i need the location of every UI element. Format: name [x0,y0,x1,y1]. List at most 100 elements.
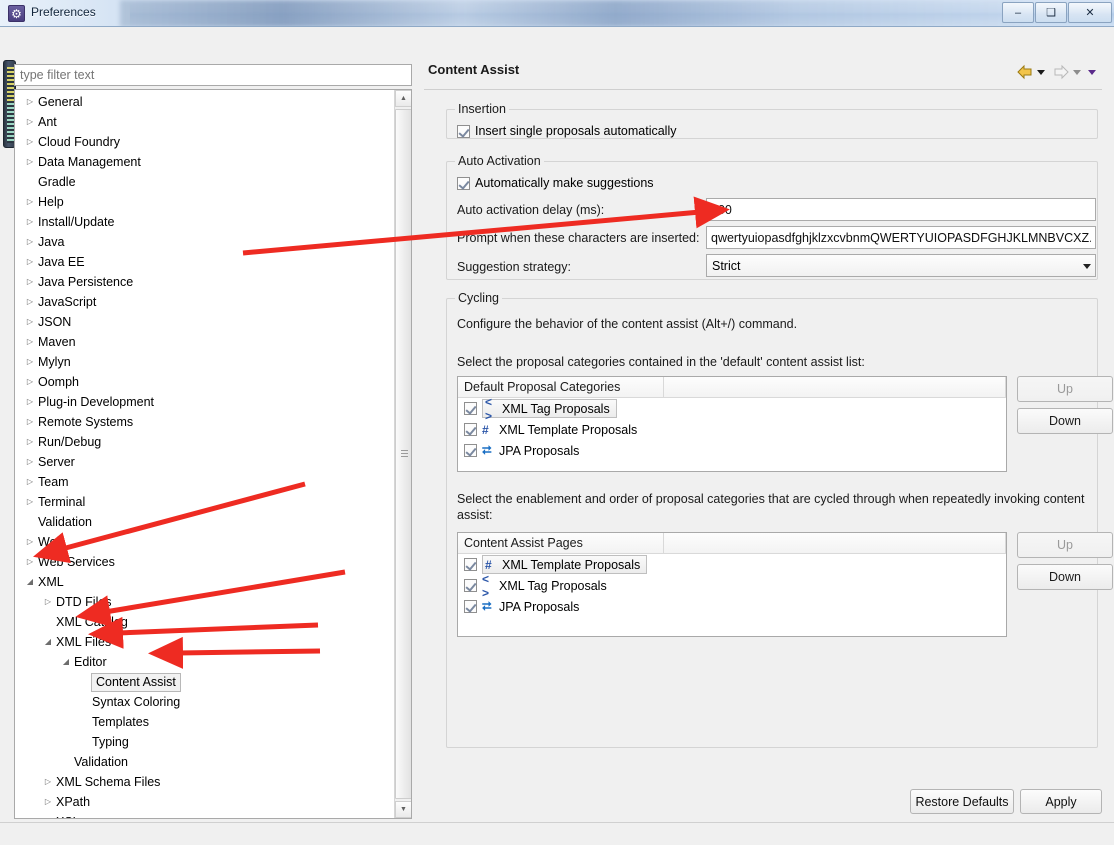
collapse-arrow-icon[interactable]: ▷ [23,452,37,472]
tree-item-validation[interactable]: Validation [15,512,393,532]
checkbox-icon[interactable] [464,600,477,613]
tree-item-xsl[interactable]: ▷XSL [15,812,393,818]
table-row[interactable]: ⮂ JPA Proposals [458,440,1006,461]
tree-item-web-services[interactable]: ▷ Web Services [15,552,393,572]
collapse-arrow-icon[interactable]: ▷ [23,292,37,312]
collapse-arrow-icon[interactable]: ▷ [23,412,37,432]
restore-defaults-button[interactable]: Restore Defaults [910,789,1014,814]
close-button[interactable]: ✕ [1068,2,1112,23]
collapse-arrow-icon[interactable]: ▷ [23,212,37,232]
tree-item-server[interactable]: ▷ Server [15,452,393,472]
collapse-arrow-icon[interactable]: ▷ [41,812,55,818]
tree-item-gradle[interactable]: Gradle [15,172,393,192]
maximize-button[interactable]: ❑ [1035,2,1067,23]
search-input[interactable] [14,64,412,86]
tree-item-mylyn[interactable]: ▷ Mylyn [15,352,393,372]
tree-item-editor[interactable]: ◢ Editor [15,652,393,672]
tree-item-syntax-coloring[interactable]: Syntax Coloring [15,692,393,712]
collapse-arrow-icon[interactable]: ▷ [41,592,55,612]
collapse-arrow-icon[interactable]: ▷ [23,232,37,252]
expand-arrow-icon[interactable]: ◢ [23,572,37,592]
default-move-up-button[interactable]: Up [1017,376,1113,402]
preferences-tree[interactable]: ▷ General ▷ Ant ▷ Cloud Foundry ▷ Data Manageme… [14,89,412,819]
suggestion-strategy-select[interactable]: Strict [706,254,1096,277]
collapse-arrow-icon[interactable]: ▷ [23,312,37,332]
collapse-arrow-icon[interactable]: ▷ [23,552,37,572]
collapse-arrow-icon[interactable]: ▷ [23,432,37,452]
table-row[interactable]: < > XML Tag Proposals [458,395,1006,423]
checkbox-icon[interactable] [464,579,477,592]
activation-delay-input[interactable] [706,198,1096,221]
tree-item-data-management[interactable]: ▷ Data Management [15,152,393,172]
tree-item-dtd-files[interactable]: ▷ DTD Files [15,592,393,612]
expand-arrow-icon[interactable]: ◢ [59,652,73,672]
prompt-characters-input[interactable] [706,226,1096,249]
tree-item-templates[interactable]: Templates [15,712,393,732]
tree-scrollbar[interactable]: ▲ ▼ [394,90,411,818]
tree-item-remote-systems[interactable]: ▷ Remote Systems [15,412,393,432]
tree-item-terminal[interactable]: ▷ Terminal [15,492,393,512]
tree-item-xml-catalog[interactable]: XML Catalog [15,612,393,632]
collapse-arrow-icon[interactable]: ▷ [23,92,37,112]
tree-item-general[interactable]: ▷ General [15,92,393,112]
collapse-arrow-icon[interactable]: ▷ [23,392,37,412]
collapse-arrow-icon[interactable]: ▷ [23,372,37,392]
tree-item-oomph[interactable]: ▷ Oomph [15,372,393,392]
tree-item-run-debug[interactable]: ▷ Run/Debug [15,432,393,452]
tree-item-typing[interactable]: Typing [15,732,393,752]
collapse-arrow-icon[interactable]: ▷ [23,352,37,372]
back-arrow-icon[interactable] [1016,64,1034,80]
tree-item-install-update[interactable]: ▷ Install/Update [15,212,393,232]
apply-button[interactable]: Apply [1020,789,1102,814]
table-row[interactable]: # XML Template Proposals [458,419,1006,440]
tree-item-javascript[interactable]: ▷ JavaScript [15,292,393,312]
scroll-up-icon[interactable]: ▲ [395,90,411,107]
collapse-arrow-icon[interactable]: ▷ [41,772,55,792]
collapse-arrow-icon[interactable]: ▷ [23,192,37,212]
tree-item-xpath[interactable]: ▷ XPath [15,792,393,812]
tree-item-maven[interactable]: ▷ Maven [15,332,393,352]
collapse-arrow-icon[interactable]: ▷ [23,272,37,292]
tree-item-json[interactable]: ▷ JSON [15,312,393,332]
tree-item-ant[interactable]: ▷ Ant [15,112,393,132]
collapse-arrow-icon[interactable]: ▷ [41,792,55,812]
collapse-arrow-icon[interactable]: ▷ [23,112,37,132]
tree-item-xml[interactable]: ◢ XML [15,572,393,592]
page-menu-icon[interactable] [1088,69,1096,75]
collapse-arrow-icon[interactable]: ▷ [23,152,37,172]
collapse-arrow-icon[interactable]: ▷ [23,252,37,272]
checkbox-icon[interactable] [464,558,477,571]
insert-single-proposals-checkbox[interactable]: Insert single proposals automatically [457,124,677,138]
collapse-arrow-icon[interactable]: ▷ [23,472,37,492]
cycle-move-up-button[interactable]: Up [1017,532,1113,558]
tree-item-web[interactable]: ▷ Web [15,532,393,552]
default-move-down-button[interactable]: Down [1017,408,1113,434]
table-row[interactable]: < > XML Tag Proposals [458,572,1006,600]
tree-item-validation[interactable]: Validation [15,752,393,772]
scrollbar-thumb[interactable] [395,109,411,799]
cycle-move-down-button[interactable]: Down [1017,564,1113,590]
checkbox-icon[interactable] [464,423,477,436]
checkbox-icon[interactable] [464,444,477,457]
auto-suggestions-checkbox[interactable]: Automatically make suggestions [457,176,654,190]
collapse-arrow-icon[interactable]: ▷ [23,132,37,152]
tree-item-xml-schema-files[interactable]: ▷ XML Schema Files [15,772,393,792]
tree-item-team[interactable]: ▷ Team [15,472,393,492]
scroll-down-icon[interactable]: ▼ [395,801,411,818]
content-assist-pages-table[interactable]: Content Assist Pages # XML Template Propo… [457,532,1007,637]
tree-item-java[interactable]: ▷ Java [15,232,393,252]
back-dropdown-icon[interactable] [1037,69,1045,75]
checkbox-icon[interactable] [464,402,477,415]
minimize-button[interactable]: – [1002,2,1034,23]
collapse-arrow-icon[interactable]: ▷ [23,492,37,512]
collapse-arrow-icon[interactable]: ▷ [23,332,37,352]
tree-item-content-assist[interactable]: Content Assist [15,672,393,692]
tree-item-xml-files[interactable]: ◢ XML Files [15,632,393,652]
default-proposal-categories-table[interactable]: Default Proposal Categories < > XML Tag P… [457,376,1007,472]
expand-arrow-icon[interactable]: ◢ [41,632,55,652]
tree-item-cloud-foundry[interactable]: ▷ Cloud Foundry [15,132,393,152]
tree-item-help[interactable]: ▷ Help [15,192,393,212]
tree-item-plug-in-development[interactable]: ▷ Plug-in Development [15,392,393,412]
tree-item-java-persistence[interactable]: ▷ Java Persistence [15,272,393,292]
tree-item-java-ee[interactable]: ▷ Java EE [15,252,393,272]
